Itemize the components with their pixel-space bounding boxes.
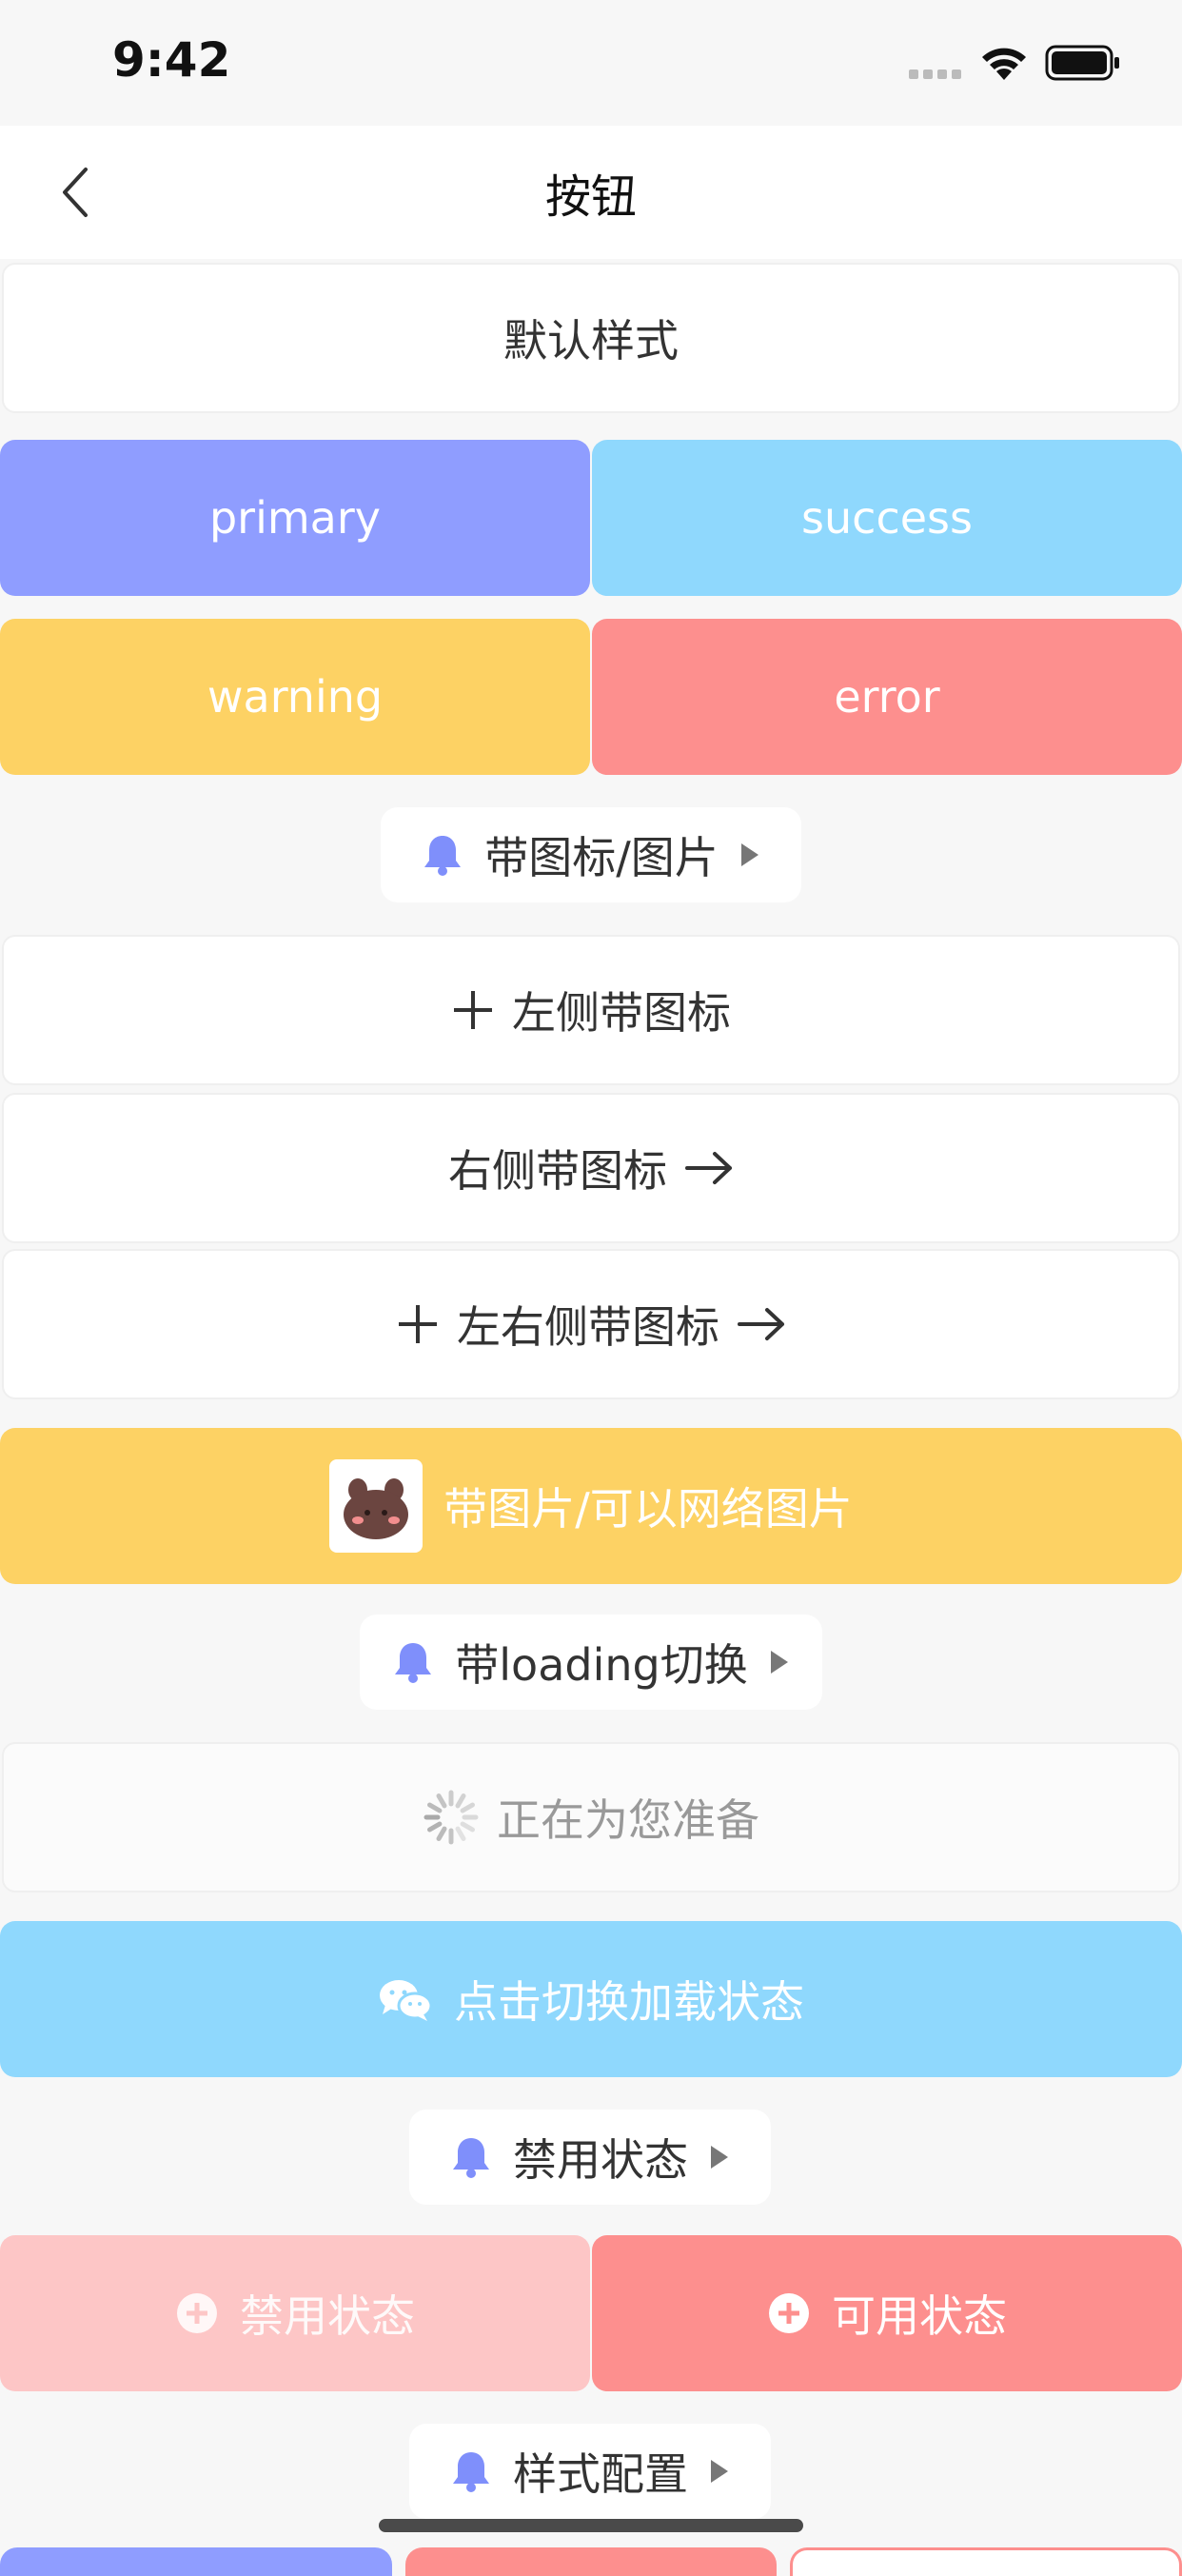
loading-button[interactable]: 正在为您准备 xyxy=(2,1742,1180,1892)
warning-button[interactable]: warning xyxy=(0,619,590,775)
toggle-loading-button-label: 点击切换加载状态 xyxy=(454,1976,804,2028)
plus-icon xyxy=(454,991,492,1029)
style-config-button-plain[interactable] xyxy=(790,2547,1182,2576)
image-button-label: 带图片/可以网络图片 xyxy=(443,1483,853,1535)
error-button[interactable]: error xyxy=(592,619,1182,775)
bear-avatar-image xyxy=(329,1459,424,1553)
battery-icon xyxy=(1045,45,1119,81)
triangle-right-icon xyxy=(770,1651,788,1674)
toggle-loading-button[interactable]: 点击切换加载状态 xyxy=(0,1921,1182,2077)
bell-icon xyxy=(395,1643,432,1683)
success-button[interactable]: success xyxy=(592,440,1182,596)
section-header-loading[interactable]: 带loading切换 xyxy=(360,1615,822,1710)
section-header-label: 带图标/图片 xyxy=(484,832,719,883)
left-icon-button-label: 左侧带图标 xyxy=(512,987,731,1039)
cellular-signal-icon xyxy=(909,69,961,79)
loading-button-label: 正在为您准备 xyxy=(497,1794,759,1846)
enabled-button[interactable]: 可用状态 xyxy=(592,2235,1182,2391)
section-header-disabled[interactable]: 禁用状态 xyxy=(409,2110,771,2205)
style-config-button-primary[interactable] xyxy=(0,2547,392,2576)
wechat-icon xyxy=(380,1980,433,2021)
default-button[interactable]: 默认样式 xyxy=(2,263,1180,413)
success-button-label: success xyxy=(801,492,973,544)
right-icon-button-label: 右侧带图标 xyxy=(448,1145,667,1197)
section-header-label: 样式配置 xyxy=(513,2448,688,2500)
section-header-label: 禁用状态 xyxy=(513,2134,688,2186)
error-button-label: error xyxy=(834,671,940,723)
primary-button-label: primary xyxy=(208,492,382,544)
wifi-icon xyxy=(982,48,1026,80)
both-icons-button[interactable]: 左右侧带图标 xyxy=(2,1249,1180,1399)
both-icons-button-label: 左右侧带图标 xyxy=(457,1301,719,1353)
image-button[interactable]: 带图片/可以网络图片 xyxy=(0,1428,1182,1584)
section-header-icon-image[interactable]: 带图标/图片 xyxy=(381,807,801,902)
home-indicator xyxy=(379,2519,803,2532)
enabled-button-label: 可用状态 xyxy=(832,2290,1007,2342)
arrow-right-icon xyxy=(685,1152,732,1184)
warning-button-label: warning xyxy=(207,671,384,723)
section-header-label: 带loading切换 xyxy=(455,1639,748,1691)
bell-icon xyxy=(453,2452,489,2492)
arrow-right-icon xyxy=(738,1308,784,1340)
right-icon-button[interactable]: 右侧带图标 xyxy=(2,1093,1180,1243)
bear-face-icon xyxy=(344,1478,409,1539)
bell-icon xyxy=(424,836,462,876)
left-icon-button[interactable]: 左侧带图标 xyxy=(2,935,1180,1085)
status-bar: 9:42 xyxy=(0,0,1182,126)
plus-circle-icon xyxy=(177,2293,217,2333)
disabled-button: 禁用状态 xyxy=(0,2235,590,2391)
bell-icon xyxy=(453,2138,489,2178)
triangle-right-icon xyxy=(711,2146,728,2169)
default-button-label: 默认样式 xyxy=(503,315,679,367)
section-header-style-config[interactable]: 样式配置 xyxy=(409,2424,771,2519)
nav-bar: 按钮 xyxy=(0,126,1182,259)
page-title: 按钮 xyxy=(544,170,637,224)
status-time: 9:42 xyxy=(112,32,231,88)
primary-button[interactable]: primary xyxy=(0,440,590,596)
style-config-button-error[interactable] xyxy=(405,2547,777,2576)
plus-icon xyxy=(399,1305,437,1343)
triangle-right-icon xyxy=(711,2460,728,2483)
triangle-right-icon xyxy=(740,843,758,866)
loading-spinner-icon xyxy=(424,1790,479,1845)
plus-circle-icon xyxy=(769,2293,809,2333)
disabled-button-label: 禁用状态 xyxy=(240,2290,415,2342)
